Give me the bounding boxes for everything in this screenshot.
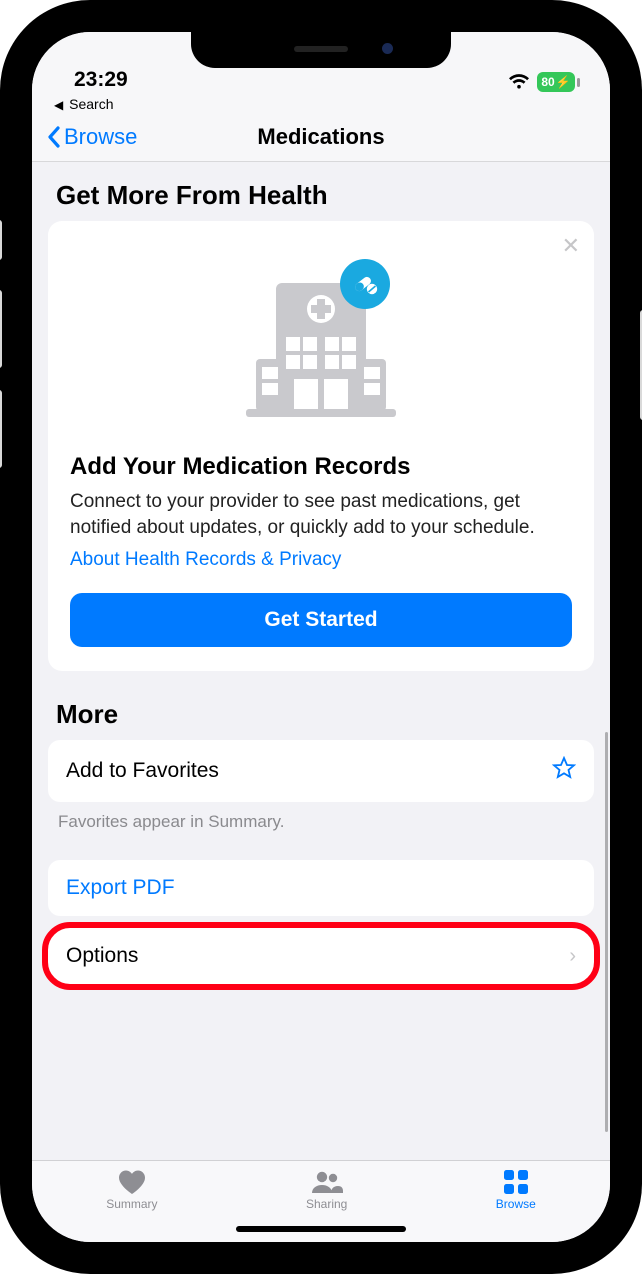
favorites-label: Add to Favorites — [66, 759, 219, 783]
promo-card: ✕ — [48, 221, 594, 671]
battery-indicator: 80⚡ — [537, 72, 580, 92]
options-label: Options — [66, 944, 138, 968]
tab-browse[interactable]: Browse — [496, 1169, 536, 1242]
breadcrumb-label: Search — [69, 96, 113, 112]
status-time: 23:29 — [74, 68, 128, 92]
star-outline-icon — [552, 756, 576, 786]
home-indicator — [236, 1226, 406, 1232]
back-caret-icon: ◀ — [54, 98, 63, 112]
get-started-button[interactable]: Get Started — [70, 593, 572, 647]
page-content[interactable]: Get More From Health ✕ — [32, 162, 610, 1160]
more-section-title: More — [32, 671, 610, 740]
people-icon — [310, 1169, 344, 1195]
promo-illustration — [70, 239, 572, 453]
favorites-footnote: Favorites appear in Summary. — [32, 802, 610, 850]
tab-sharing-label: Sharing — [306, 1197, 347, 1211]
heart-icon — [117, 1169, 147, 1195]
promo-section-title: Get More From Health — [32, 162, 610, 221]
grid-icon — [503, 1169, 529, 1195]
pills-badge-icon — [340, 259, 390, 309]
breadcrumb-back-search[interactable]: ◀ Search — [32, 92, 610, 112]
options-row[interactable]: Options › — [48, 928, 594, 984]
promo-privacy-link[interactable]: About Health Records & Privacy — [70, 549, 572, 571]
page-title: Medications — [32, 124, 610, 150]
export-label: Export PDF — [66, 876, 175, 900]
tab-summary[interactable]: Summary — [106, 1169, 157, 1242]
export-pdf-row[interactable]: Export PDF — [48, 860, 594, 916]
promo-heading: Add Your Medication Records — [70, 453, 572, 481]
tab-summary-label: Summary — [106, 1197, 157, 1211]
chevron-right-icon: › — [569, 945, 576, 968]
tab-browse-label: Browse — [496, 1197, 536, 1211]
add-to-favorites-row[interactable]: Add to Favorites — [48, 740, 594, 802]
wifi-icon — [508, 73, 530, 91]
nav-bar: Browse Medications — [32, 112, 610, 162]
promo-body: Connect to your provider to see past med… — [70, 489, 572, 541]
scroll-indicator — [605, 732, 608, 1132]
